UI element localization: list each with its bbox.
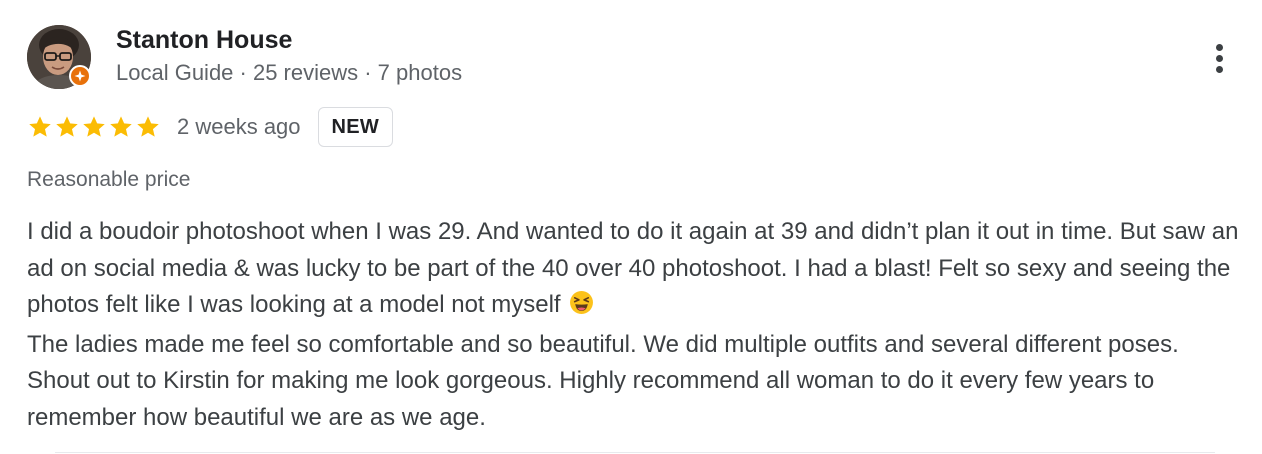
star-icon: [110, 116, 132, 137]
divider: [55, 452, 1215, 453]
reviewer-avatar-link[interactable]: [27, 25, 91, 89]
more-vert-icon: [1215, 43, 1223, 51]
rating-row: 2 weeks ago NEW: [27, 106, 394, 148]
review-text: I did a boudoir photoshoot when I was 29…: [27, 214, 1242, 436]
new-badge: NEW: [317, 107, 394, 147]
review-time: 2 weeks ago: [177, 114, 301, 139]
review-paragraph-2: The ladies made me feel so comfortable a…: [27, 330, 1179, 431]
more-options-button[interactable]: [1200, 35, 1238, 81]
review-paragraph-1-text: I did a boudoir photoshoot when I was 29…: [27, 218, 1239, 318]
more-vert-icon-dot: [1215, 65, 1223, 73]
star-icon: [83, 116, 105, 137]
reviewer-name[interactable]: Stanton House: [116, 26, 292, 55]
review-attribute: Reasonable price: [27, 168, 191, 191]
star-rating: [27, 114, 161, 140]
laughing-squint-emoji-icon: [569, 290, 594, 327]
review-paragraph-1: I did a boudoir photoshoot when I was 29…: [27, 214, 1242, 327]
local-guide-badge-icon: [69, 65, 91, 87]
review-card: Stanton House Local Guide · 25 reviews ·…: [0, 0, 1262, 454]
reviewer-meta[interactable]: Local Guide · 25 reviews · 7 photos: [116, 60, 462, 86]
star-icon: [137, 116, 159, 137]
star-icon: [29, 116, 51, 137]
star-icon: [56, 116, 78, 137]
more-vert-icon-dot: [1215, 54, 1223, 62]
